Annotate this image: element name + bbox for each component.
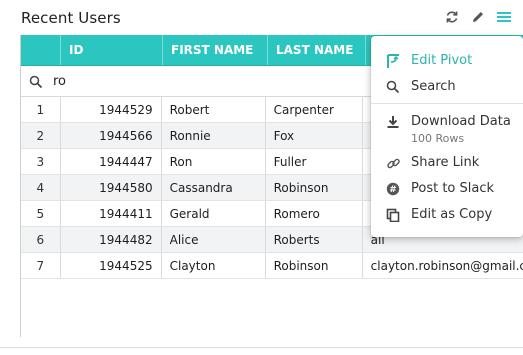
cell-id: 1944482 bbox=[61, 227, 162, 252]
cell-last-name: Fuller bbox=[266, 149, 363, 174]
row-index: 5 bbox=[21, 201, 61, 226]
column-header-index[interactable] bbox=[21, 35, 61, 65]
actions-dropdown-menu: Edit Pivot Search Download Data 100 Rows… bbox=[371, 36, 523, 237]
menu-label-copy: Edit as Copy bbox=[411, 207, 493, 222]
cell-last-name: Robinson bbox=[266, 175, 363, 200]
column-header-last-name[interactable]: LAST NAME bbox=[268, 35, 366, 65]
cell-first-name: Alice bbox=[162, 227, 266, 252]
svg-text:#: # bbox=[389, 185, 397, 195]
refresh-icon[interactable] bbox=[443, 8, 461, 26]
panel-toolbar bbox=[443, 8, 513, 26]
menu-item-edit-pivot[interactable]: Edit Pivot bbox=[371, 53, 523, 69]
cell-first-name: Ron bbox=[162, 149, 266, 174]
column-header-id[interactable]: ID bbox=[61, 35, 163, 65]
menu-item-share-link[interactable]: Share Link bbox=[371, 155, 523, 171]
table-row[interactable]: 7 1944525 Clayton Robinson clayton.robin… bbox=[21, 253, 523, 279]
cell-id: 1944525 bbox=[61, 253, 162, 278]
menu-item-download-data[interactable]: Download Data 100 Rows bbox=[371, 114, 523, 145]
cell-first-name: Clayton bbox=[162, 253, 266, 278]
cell-first-name: Gerald bbox=[162, 201, 266, 226]
search-icon bbox=[29, 74, 43, 89]
cell-id: 1944447 bbox=[61, 149, 162, 174]
row-index: 1 bbox=[21, 97, 61, 122]
download-row-count: 100 Rows bbox=[411, 132, 465, 145]
link-icon bbox=[385, 155, 401, 171]
cell-last-name: Robinson bbox=[266, 253, 363, 278]
copy-icon bbox=[385, 207, 401, 223]
search-icon bbox=[385, 79, 401, 95]
panel-title: Recent Users bbox=[21, 9, 121, 27]
cell-id: 1944529 bbox=[61, 97, 162, 122]
menu-item-post-to-slack[interactable]: # Post to Slack bbox=[371, 181, 523, 197]
recent-users-panel: Recent Users ID FIRST NAME LAST NAME ro … bbox=[0, 0, 523, 355]
menu-label-share: Share Link bbox=[411, 155, 480, 170]
filter-input[interactable]: ro bbox=[53, 74, 66, 89]
menu-divider bbox=[371, 103, 523, 104]
cell-first-name: Robert bbox=[162, 97, 266, 122]
cell-id: 1944566 bbox=[61, 123, 162, 148]
pencil-icon[interactable] bbox=[469, 8, 487, 26]
cell-email: clayton.robinson@gmail.com bbox=[370, 258, 523, 273]
menu-label-edit-pivot: Edit Pivot bbox=[411, 53, 473, 68]
panel-bottom-divider bbox=[0, 347, 523, 348]
cell-last-name: Roberts bbox=[266, 227, 363, 252]
cell-id: 1944580 bbox=[61, 175, 162, 200]
menu-label-download: Download Data bbox=[411, 114, 511, 129]
row-index: 7 bbox=[21, 253, 61, 278]
download-icon bbox=[385, 114, 401, 130]
hamburger-menu-icon[interactable] bbox=[495, 8, 513, 26]
slack-icon: # bbox=[385, 181, 401, 197]
menu-item-edit-as-copy[interactable]: Edit as Copy bbox=[371, 207, 523, 223]
row-index: 4 bbox=[21, 175, 61, 200]
row-index: 2 bbox=[21, 123, 61, 148]
cell-last-name: Fox bbox=[266, 123, 363, 148]
cell-last-name: Carpenter bbox=[266, 97, 363, 122]
pivot-icon bbox=[385, 53, 401, 69]
cell-first-name: Ronnie bbox=[162, 123, 266, 148]
cell-last-name: Romero bbox=[266, 201, 363, 226]
column-header-first-name[interactable]: FIRST NAME bbox=[163, 35, 268, 65]
cell-id: 1944411 bbox=[61, 201, 162, 226]
row-index: 6 bbox=[21, 227, 61, 252]
menu-item-search[interactable]: Search bbox=[371, 79, 523, 95]
download-text-group: Download Data 100 Rows bbox=[411, 114, 511, 145]
row-index: 3 bbox=[21, 149, 61, 174]
menu-label-search: Search bbox=[411, 79, 456, 94]
menu-label-slack: Post to Slack bbox=[411, 181, 495, 196]
cell-first-name: Cassandra bbox=[162, 175, 266, 200]
